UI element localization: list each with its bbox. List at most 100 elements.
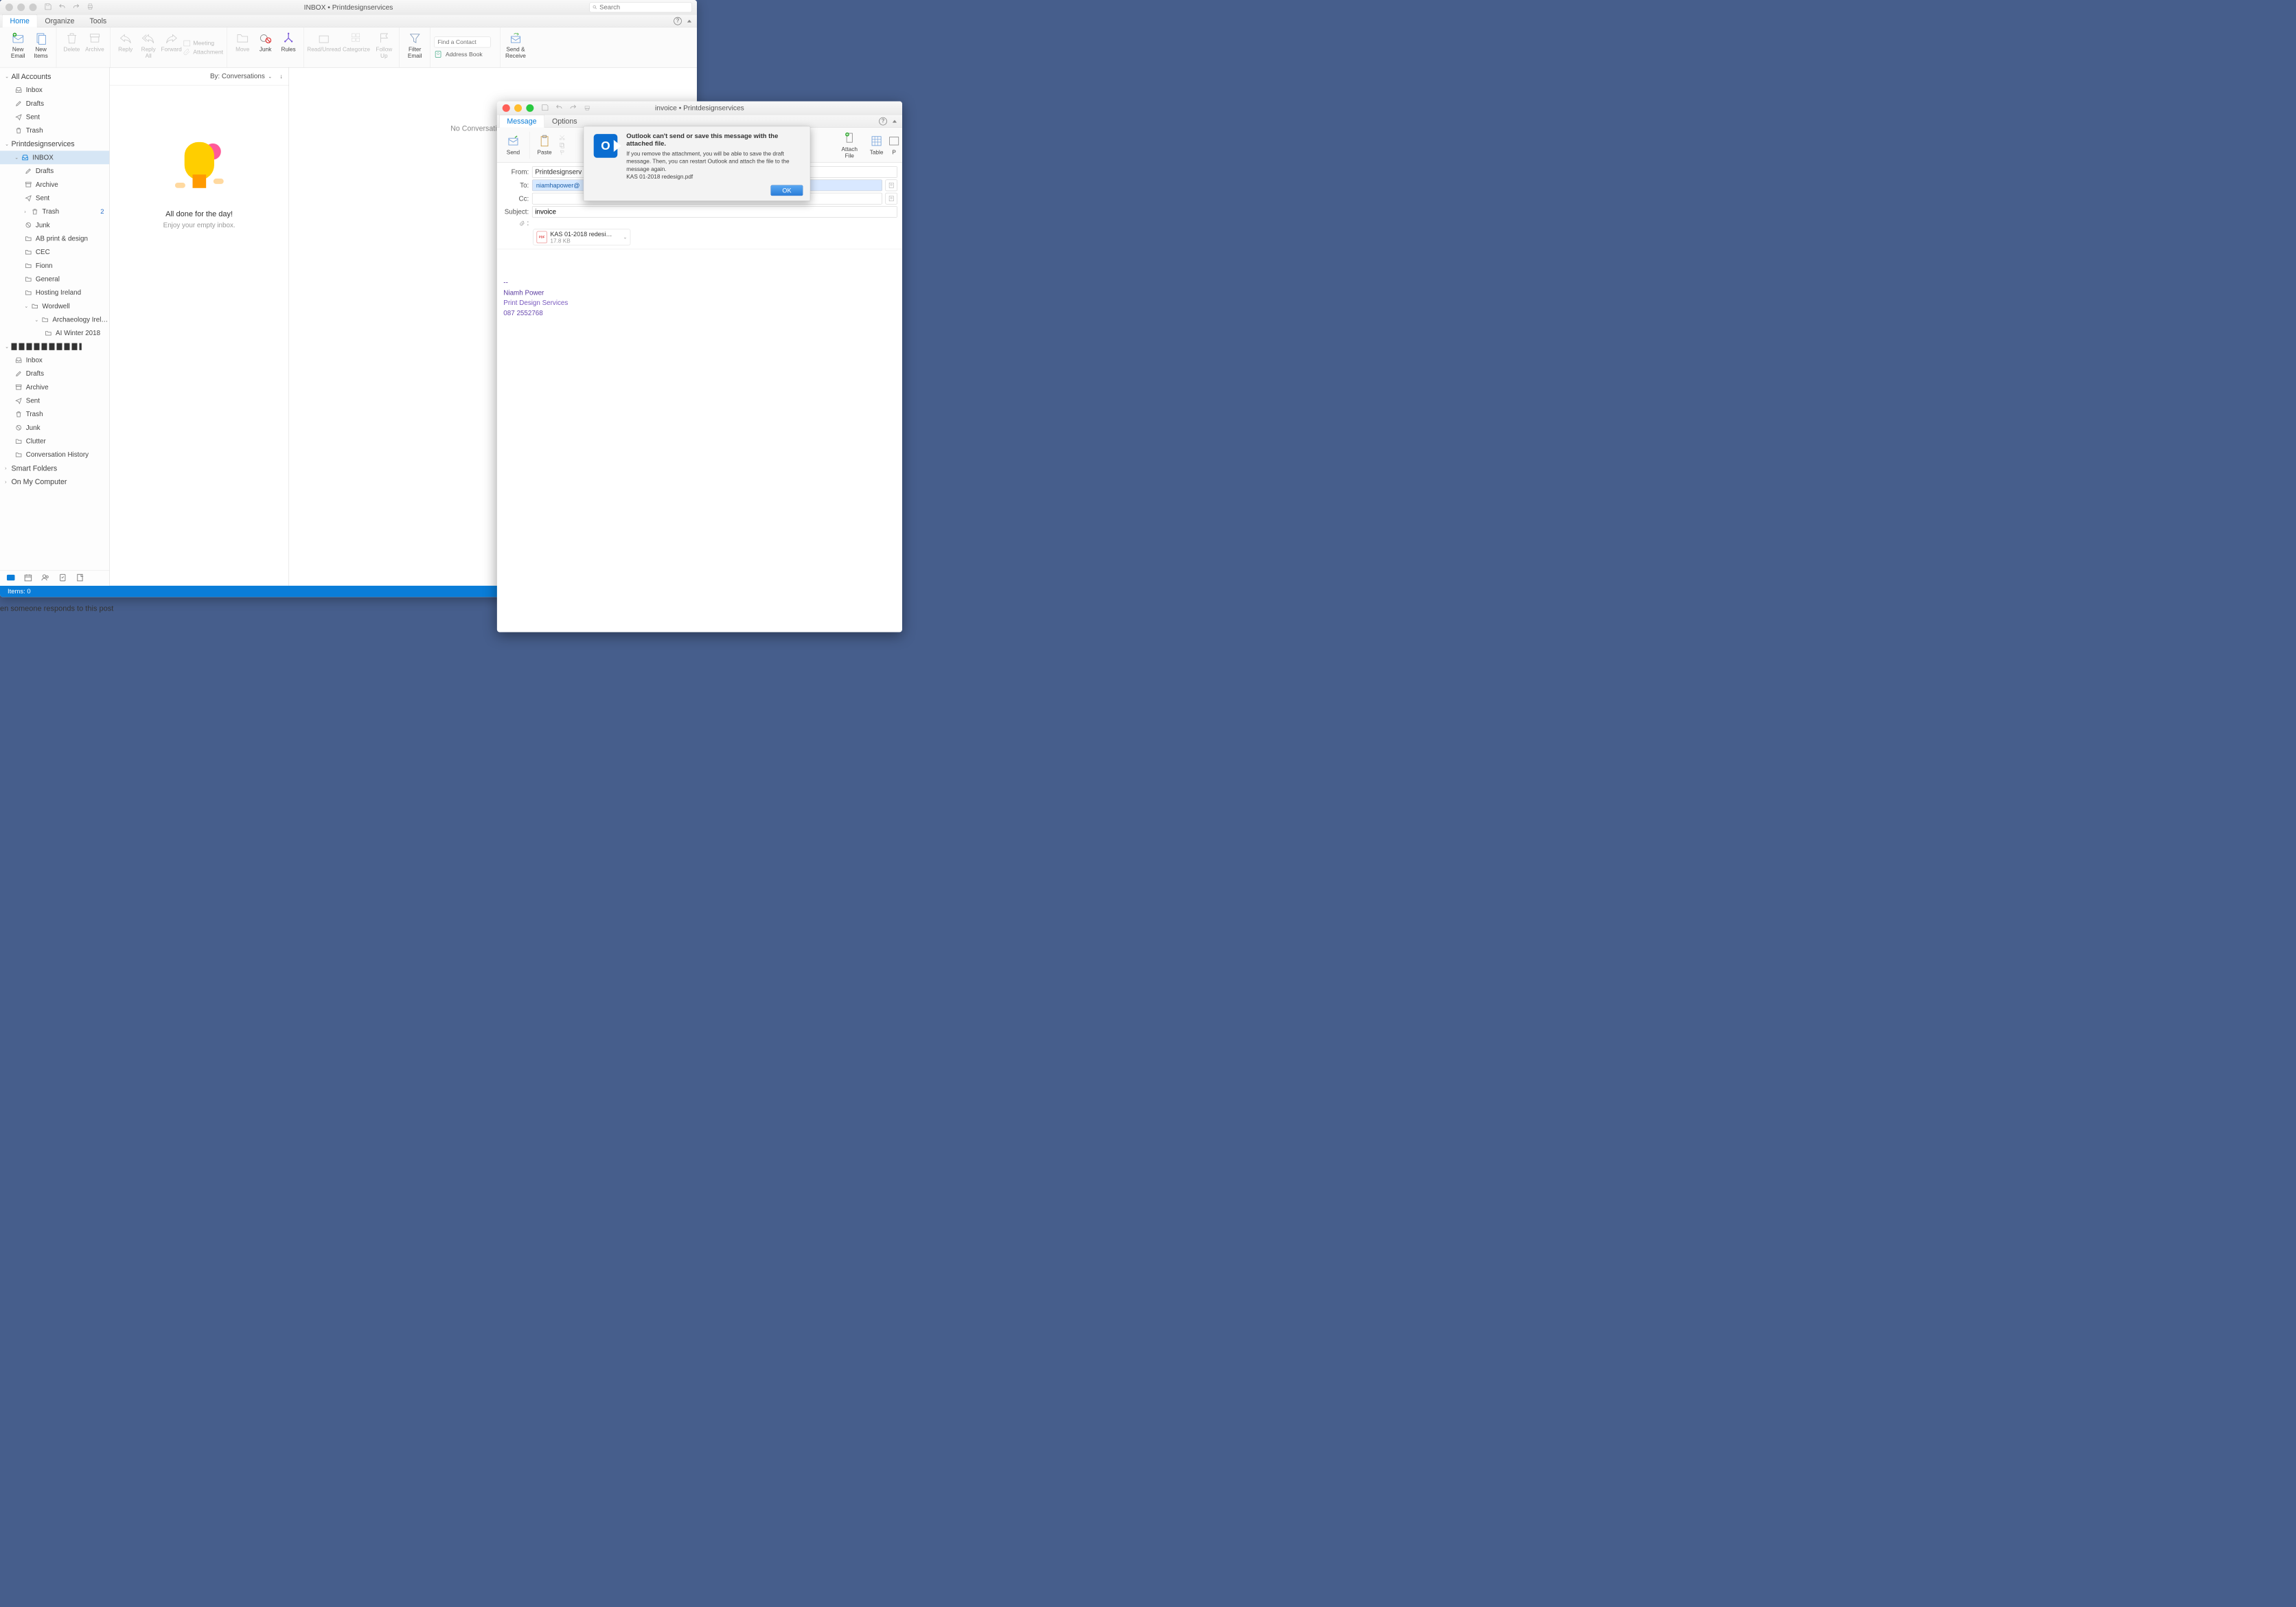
redo-icon[interactable] [72,3,80,11]
attachment-chip[interactable]: PDF KAS 01-2018 redesi… 17.8 KB ⌄ [533,229,631,246]
sort-by-label[interactable]: By: Conversations [210,72,265,80]
pdf-icon: PDF [537,231,547,243]
sidebar-on-my-computer[interactable]: ›On My Computer [0,475,109,489]
tab-organize[interactable]: Organize [37,14,82,27]
sidebar-all-accounts[interactable]: ⌄All Accounts [0,69,109,83]
sidebar-trash-a1[interactable]: ›Trash2 [0,205,109,218]
inbox-icon [14,86,23,94]
tab-options[interactable]: Options [544,115,585,127]
sidebar-inbox[interactable]: Inbox [0,83,109,97]
collapse-ribbon-icon[interactable] [687,20,691,23]
find-contact-input[interactable] [434,36,491,47]
junk-button[interactable]: Junk [254,30,277,54]
copy-icon[interactable] [559,141,565,148]
mail-nav-icon[interactable] [6,573,15,583]
save-icon[interactable] [45,3,52,11]
notes-nav-icon[interactable] [76,573,84,583]
trash-badge: 2 [100,208,104,216]
sidebar-a2-trash[interactable]: Trash [0,407,109,421]
send-button[interactable]: Send [500,133,527,157]
background-text: en someone responds to this post [0,604,113,613]
print-icon[interactable] [584,104,591,112]
help-icon[interactable]: ? [879,117,887,126]
min-dot[interactable] [17,3,25,11]
compose-max-dot[interactable] [526,104,533,112]
compose-body-editor[interactable]: -- Niamh Power Print Design Services 087… [497,249,902,632]
new-email-button[interactable]: New Email [6,30,29,60]
forward-button: Forward [160,30,183,54]
sidebar-account-printdesign[interactable]: ⌄Printdesignservices [0,137,109,151]
sidebar-inbox-selected[interactable]: ⌄INBOX [0,151,109,165]
chevron-down-icon[interactable]: ⌄ [623,234,627,240]
tab-home[interactable]: Home [2,14,37,27]
sidebar-a2-drafts[interactable]: Drafts [0,367,109,380]
sidebar-folder-aiwinter[interactable]: AI Winter 2018 [0,326,109,340]
sidebar-a2-inbox[interactable]: Inbox [0,354,109,367]
tab-tools[interactable]: Tools [82,14,114,27]
sidebar: ⌄All Accounts Inbox Drafts Sent Trash ⌄P… [0,67,110,586]
cut-icon[interactable] [559,134,565,140]
max-dot[interactable] [29,3,36,11]
sidebar-a2-sent[interactable]: Sent [0,394,109,408]
sidebar-junk-a1[interactable]: Junk [0,218,109,232]
compose-close-dot[interactable] [503,104,510,112]
sidebar-account-2[interactable]: ⌄ [0,340,109,354]
sidebar-a2-clutter[interactable]: Clutter [0,435,109,448]
undo-icon[interactable] [58,3,66,11]
to-addressbook-button[interactable] [886,180,897,192]
cc-addressbook-button[interactable] [886,193,897,205]
new-items-button[interactable]: New Items [30,30,52,60]
arrow-down-icon[interactable]: ↓ [280,73,283,80]
help-icon[interactable]: ? [674,17,682,25]
sidebar-sent[interactable]: Sent [0,111,109,124]
sidebar-folder-fionn[interactable]: Fionn [0,259,109,273]
sidebar-drafts-a1[interactable]: Drafts [0,164,109,178]
sidebar-sent-a1[interactable]: Sent [0,192,109,205]
junk-icon [24,221,32,229]
pictures-button-clipped[interactable]: P [888,133,899,157]
people-nav-icon[interactable] [41,573,50,583]
collapse-ribbon-icon[interactable] [893,119,897,122]
tasks-nav-icon[interactable] [58,573,67,583]
sidebar-folder-wordwell[interactable]: ⌄Wordwell [0,299,109,313]
search-box[interactable] [589,2,691,12]
picture-icon [888,135,899,148]
redo-icon[interactable] [569,104,577,112]
chevron-down-icon[interactable]: ⌄ [268,73,271,79]
table-button[interactable]: Table [864,133,888,157]
rules-button[interactable]: Rules [277,30,299,54]
ok-button[interactable]: OK [770,185,803,196]
calendar-nav-icon[interactable] [24,573,33,583]
compose-min-dot[interactable] [514,104,522,112]
filter-email-button[interactable]: Filter Email [403,30,426,60]
undo-icon[interactable] [555,104,563,112]
rules-icon [282,32,295,45]
close-dot[interactable] [5,3,13,11]
sidebar-a2-convo[interactable]: Conversation History [0,448,109,461]
sidebar-trash[interactable]: Trash [0,124,109,137]
send-receive-button[interactable]: Send & Receive [504,30,527,60]
sidebar-drafts[interactable]: Drafts [0,97,109,111]
sidebar-smart-folders[interactable]: ›Smart Folders [0,461,109,475]
address-book-button[interactable]: Address Book [434,50,496,58]
search-input[interactable] [599,3,689,11]
sidebar-folder-abprint[interactable]: AB print & design [0,232,109,246]
tab-message[interactable]: Message [499,115,544,128]
sidebar-archive-a1[interactable]: Archive [0,178,109,192]
sidebar-folder-hosting[interactable]: Hosting Ireland [0,286,109,299]
to-chip[interactable]: niamhapower@ [533,181,582,190]
attach-file-button[interactable]: Attach File [835,130,864,161]
new-items-icon [34,32,48,45]
sidebar-a2-junk[interactable]: Junk [0,421,109,435]
sidebar-folder-general[interactable]: General [0,273,109,286]
print-icon[interactable] [87,3,94,11]
sidebar-folder-archaeology[interactable]: ⌄Archaeology Irel… [0,313,109,327]
paste-button[interactable]: Paste [532,133,556,157]
save-icon[interactable] [541,104,549,112]
sidebar-folder-cec[interactable]: CEC [0,245,109,259]
main-titlebar: INBOX • Printdesignservices [0,0,697,14]
format-painter-icon[interactable] [559,149,565,155]
subject-field[interactable] [532,206,897,218]
sidebar-a2-archive[interactable]: Archive [0,380,109,394]
book-icon [888,182,894,188]
